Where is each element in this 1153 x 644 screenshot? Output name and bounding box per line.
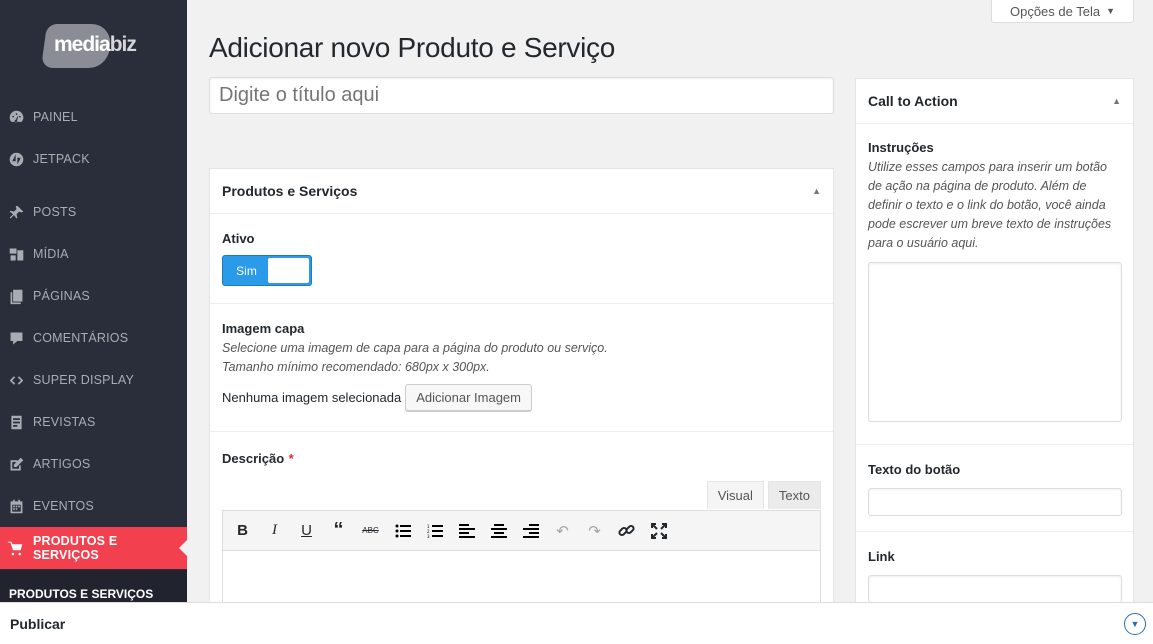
active-label: Ativo (222, 231, 255, 246)
button-text-label: Texto do botão (868, 462, 961, 477)
edit-icon (7, 455, 25, 473)
cover-image-field: Imagem capa Selecione uma imagem de capa… (210, 304, 833, 432)
metabox-title: Produtos e Serviços (222, 183, 358, 199)
link-icon[interactable] (617, 521, 636, 540)
cta-header[interactable]: Call to Action ▲ (856, 79, 1133, 124)
menu-item-paginas[interactable]: PÁGINAS (0, 275, 187, 317)
call-to-action-metabox: Call to Action ▲ Instruções Utilize esse… (855, 78, 1134, 608)
title-input[interactable] (209, 77, 834, 114)
menu-item-midia[interactable]: MÍDIA (0, 233, 187, 275)
editor-toolbar: B I U “ ABC 123 ↶ ↷ (222, 510, 821, 551)
cart-icon (7, 539, 25, 557)
caret-down-icon: ▼ (1106, 6, 1116, 16)
code-icon (7, 371, 25, 389)
menu-item-comentarios[interactable]: COMENTÁRIOS (0, 317, 187, 359)
admin-sidebar: mediabiz PAINEL JETPACK POSTS MÍDIA PÁGI… (0, 0, 187, 644)
toggle-knob (268, 258, 309, 283)
add-image-button[interactable]: Adicionar Imagem (405, 384, 532, 411)
bullet-list-icon[interactable] (393, 521, 412, 540)
pin-icon (7, 203, 25, 221)
tab-visual[interactable]: Visual (706, 481, 764, 509)
instructions-section: Instruções Utilize esses campos para ins… (856, 124, 1133, 445)
menu-item-painel[interactable]: PAINEL (0, 96, 187, 138)
page-title: Adicionar novo Produto e Serviço (209, 32, 615, 63)
align-right-icon[interactable] (521, 521, 540, 540)
media-icon (7, 245, 25, 263)
redo-icon[interactable]: ↷ (585, 521, 604, 540)
link-label: Link (868, 549, 895, 564)
menu-item-artigos[interactable]: ARTIGOS (0, 443, 187, 485)
metabox-header[interactable]: Produtos e Serviços ▲ (210, 169, 833, 214)
active-field: Ativo Sim (210, 214, 833, 304)
menu-item-produtos-servicos[interactable]: PRODUTOS E SERVIÇOS (0, 527, 187, 569)
products-services-metabox: Produtos e Serviços ▲ Ativo Sim Imagem c… (209, 168, 834, 631)
cover-desc-2: Tamanho mínimo recomendado: 680px x 300p… (222, 360, 490, 374)
button-text-input[interactable] (868, 488, 1122, 516)
menu-item-jetpack[interactable]: JETPACK (0, 138, 187, 180)
menu-item-revistas[interactable]: REVISTAS (0, 401, 187, 443)
numbered-list-icon[interactable]: 123 (425, 521, 444, 540)
menu-item-super-display[interactable]: SUPER DISPLAY (0, 359, 187, 401)
bold-icon[interactable]: B (233, 521, 252, 540)
italic-icon[interactable]: I (265, 521, 284, 540)
instructions-desc: Utilize esses campos para inserir um bot… (868, 160, 1112, 250)
toggle-label: Sim (236, 263, 257, 278)
menu-item-eventos[interactable]: EVENTOS (0, 485, 187, 527)
submenu-produtos-servicos[interactable]: PRODUTOS E SERVIÇOS (0, 570, 187, 602)
link-section: Link (856, 532, 1133, 603)
expand-circle-icon[interactable]: ▼ (1124, 612, 1146, 635)
align-left-icon[interactable] (457, 521, 476, 540)
cover-desc-1: Selecione uma imagem de capa para a pági… (222, 341, 608, 355)
screen-options-button[interactable]: Opções de Tela ▼ (991, 0, 1134, 23)
tab-texto[interactable]: Texto (767, 481, 821, 509)
link-input[interactable] (868, 575, 1122, 603)
collapse-arrow-icon[interactable]: ▲ (812, 186, 821, 196)
button-text-section: Texto do botão (856, 445, 1133, 532)
editor-tabs: Visual Texto (706, 481, 821, 509)
active-toggle[interactable]: Sim (222, 255, 312, 286)
instructions-textarea[interactable] (868, 262, 1122, 422)
strikethrough-icon[interactable]: ABC (361, 521, 380, 540)
instructions-label: Instruções (868, 140, 934, 155)
description-field: Descrição * (210, 432, 833, 468)
publish-label[interactable]: Publicar (10, 616, 65, 632)
fullscreen-icon[interactable] (649, 521, 668, 540)
cover-label: Imagem capa (222, 321, 305, 336)
dashboard-icon (7, 108, 25, 126)
description-label: Descrição (222, 451, 285, 466)
blockquote-icon[interactable]: “ (329, 519, 348, 541)
admin-menu: PAINEL JETPACK POSTS MÍDIA PÁGINAS COMEN… (0, 96, 187, 569)
menu-item-posts[interactable]: POSTS (0, 191, 187, 233)
jetpack-icon (7, 150, 25, 168)
mediabiz-logo[interactable]: mediabiz (40, 24, 150, 68)
comment-icon (7, 329, 25, 347)
collapse-arrow-icon[interactable]: ▲ (1112, 96, 1121, 106)
align-center-icon[interactable] (489, 521, 508, 540)
publish-bar: Publicar ▼ (0, 602, 1153, 644)
calendar-icon (7, 497, 25, 515)
no-image-text: Nenhuma imagem selecionada (222, 390, 402, 405)
magazine-icon (7, 413, 25, 431)
undo-icon[interactable]: ↶ (553, 521, 572, 540)
pages-icon (7, 287, 25, 305)
cta-title: Call to Action (868, 93, 958, 109)
underline-icon[interactable]: U (297, 521, 316, 540)
svg-text:3: 3 (427, 534, 430, 538)
required-mark: * (288, 451, 294, 466)
